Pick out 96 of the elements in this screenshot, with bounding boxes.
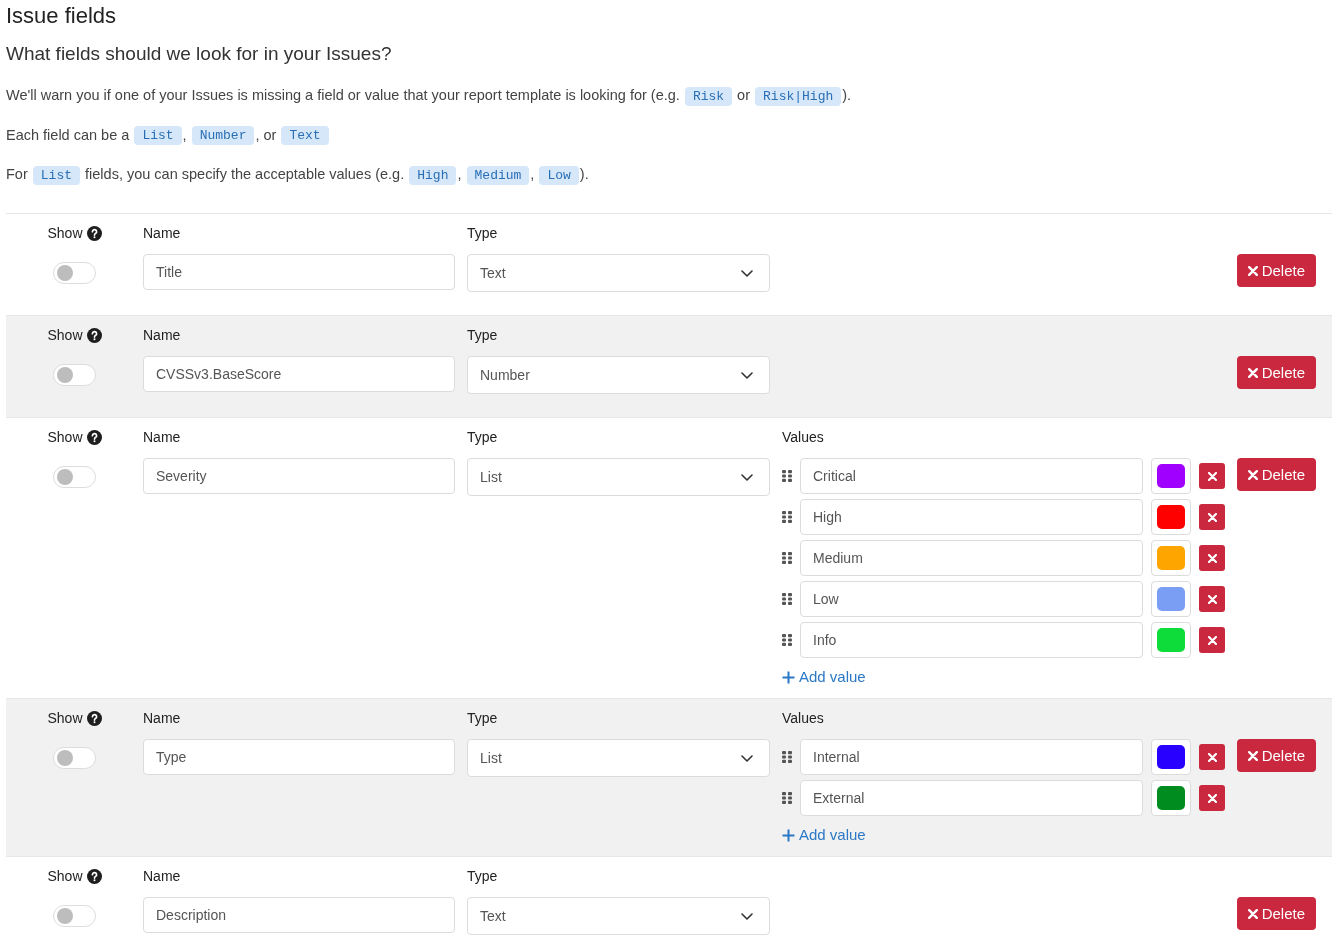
add-value-link[interactable]: Add value bbox=[782, 825, 866, 845]
show-toggle[interactable] bbox=[53, 905, 96, 927]
chevron-down-icon bbox=[741, 269, 753, 277]
close-icon bbox=[1207, 553, 1217, 563]
close-icon bbox=[1247, 469, 1258, 480]
help-icon[interactable] bbox=[86, 868, 102, 884]
field-label: Name bbox=[143, 224, 181, 243]
remove-value-button[interactable] bbox=[1199, 504, 1225, 530]
remove-value-button[interactable] bbox=[1199, 545, 1225, 571]
help-icon[interactable] bbox=[86, 225, 102, 241]
drag-handle-icon[interactable] bbox=[782, 792, 792, 804]
close-icon bbox=[1247, 367, 1258, 378]
help-text: We'll warn you if one of your Issues is missing a field or value that your report template is looking for (e.g. Risk or Risk|High ). bbox=[6, 85, 852, 106]
help-icon[interactable] bbox=[86, 710, 102, 726]
color-picker-button[interactable] bbox=[1151, 499, 1191, 535]
type-select[interactable]: List bbox=[467, 739, 770, 777]
value-input[interactable]: Internal bbox=[800, 739, 1143, 775]
chevron-down-icon bbox=[741, 473, 753, 481]
field-label: Name bbox=[143, 326, 181, 345]
drag-handle-icon[interactable] bbox=[782, 593, 792, 605]
field-label: Show bbox=[47, 867, 83, 886]
color-picker-button[interactable] bbox=[1151, 622, 1191, 658]
name-input[interactable]: Severity bbox=[143, 458, 455, 494]
close-icon bbox=[1207, 512, 1217, 522]
color-picker-button[interactable] bbox=[1151, 458, 1191, 494]
field-label: Show bbox=[47, 709, 83, 728]
color-picker-button[interactable] bbox=[1151, 581, 1191, 617]
remove-value-button[interactable] bbox=[1199, 463, 1225, 489]
chevron-down-icon bbox=[741, 371, 753, 379]
field-label: Name bbox=[143, 709, 181, 728]
chevron-down-icon bbox=[741, 912, 753, 920]
remove-value-button[interactable] bbox=[1199, 785, 1225, 811]
plus-icon bbox=[782, 828, 795, 842]
delete-button[interactable]: Delete bbox=[1236, 356, 1316, 389]
help-text: For List fields, you can specify the acceptable values (e.g. High , Medium , Low ). bbox=[6, 164, 589, 185]
delete-button[interactable]: Delete bbox=[1236, 254, 1316, 287]
close-icon bbox=[1247, 750, 1258, 761]
close-icon bbox=[1207, 635, 1217, 645]
delete-button[interactable]: Delete bbox=[1236, 458, 1316, 491]
value-input[interactable]: Medium bbox=[800, 540, 1143, 576]
value-input[interactable]: Info bbox=[800, 622, 1143, 658]
close-icon bbox=[1247, 908, 1258, 919]
type-select[interactable]: Text bbox=[467, 254, 770, 292]
close-icon bbox=[1207, 594, 1217, 604]
field-label: Type bbox=[467, 428, 498, 447]
field-label: Show bbox=[47, 224, 83, 243]
field-label: Show bbox=[47, 428, 83, 447]
add-value-link[interactable]: Add value bbox=[782, 667, 866, 687]
color-picker-button[interactable] bbox=[1151, 540, 1191, 576]
close-icon bbox=[1207, 471, 1217, 481]
delete-button[interactable]: Delete bbox=[1236, 739, 1316, 772]
field-label: Show bbox=[47, 326, 83, 345]
close-icon bbox=[1247, 265, 1258, 276]
remove-value-button[interactable] bbox=[1199, 586, 1225, 612]
field-label: Type bbox=[467, 326, 498, 345]
color-picker-button[interactable] bbox=[1151, 739, 1191, 775]
page-title: Issue fields bbox=[6, 2, 117, 30]
field-label: Name bbox=[143, 867, 181, 886]
show-toggle[interactable] bbox=[53, 747, 96, 769]
help-icon[interactable] bbox=[86, 429, 102, 445]
name-input[interactable]: Title bbox=[143, 254, 455, 290]
show-toggle[interactable] bbox=[53, 364, 96, 386]
drag-handle-icon[interactable] bbox=[782, 511, 792, 523]
type-select[interactable]: Text bbox=[467, 897, 770, 935]
value-input[interactable]: High bbox=[800, 499, 1143, 535]
name-input[interactable]: Type bbox=[143, 739, 455, 775]
drag-handle-icon[interactable] bbox=[782, 470, 792, 482]
field-label: Name bbox=[143, 428, 181, 447]
close-icon bbox=[1207, 752, 1217, 762]
value-input[interactable]: External bbox=[800, 780, 1143, 816]
field-label: Type bbox=[467, 867, 498, 886]
remove-value-button[interactable] bbox=[1199, 627, 1225, 653]
name-input[interactable]: Description bbox=[143, 897, 455, 933]
color-picker-button[interactable] bbox=[1151, 780, 1191, 816]
field-label: Values bbox=[782, 709, 824, 728]
name-input[interactable]: CVSSv3.BaseScore bbox=[143, 356, 455, 392]
drag-handle-icon[interactable] bbox=[782, 634, 792, 646]
field-label: Values bbox=[782, 428, 824, 447]
value-input[interactable]: Low bbox=[800, 581, 1143, 617]
type-select[interactable]: List bbox=[467, 458, 770, 496]
help-text: Each field can be a List , Number , or Text bbox=[6, 124, 330, 146]
field-label: Type bbox=[467, 709, 498, 728]
type-select[interactable]: Number bbox=[467, 356, 770, 394]
chevron-down-icon bbox=[741, 754, 753, 762]
value-input[interactable]: Critical bbox=[800, 458, 1143, 494]
drag-handle-icon[interactable] bbox=[782, 751, 792, 763]
remove-value-button[interactable] bbox=[1199, 744, 1225, 770]
show-toggle[interactable] bbox=[53, 466, 96, 488]
help-icon[interactable] bbox=[86, 327, 102, 343]
field-label: Type bbox=[467, 224, 498, 243]
plus-icon bbox=[782, 670, 795, 684]
show-toggle[interactable] bbox=[53, 262, 96, 284]
close-icon bbox=[1207, 793, 1217, 803]
drag-handle-icon[interactable] bbox=[782, 552, 792, 564]
delete-button[interactable]: Delete bbox=[1236, 897, 1316, 930]
page-subtitle: What fields should we look for in your Issues? bbox=[6, 42, 392, 66]
